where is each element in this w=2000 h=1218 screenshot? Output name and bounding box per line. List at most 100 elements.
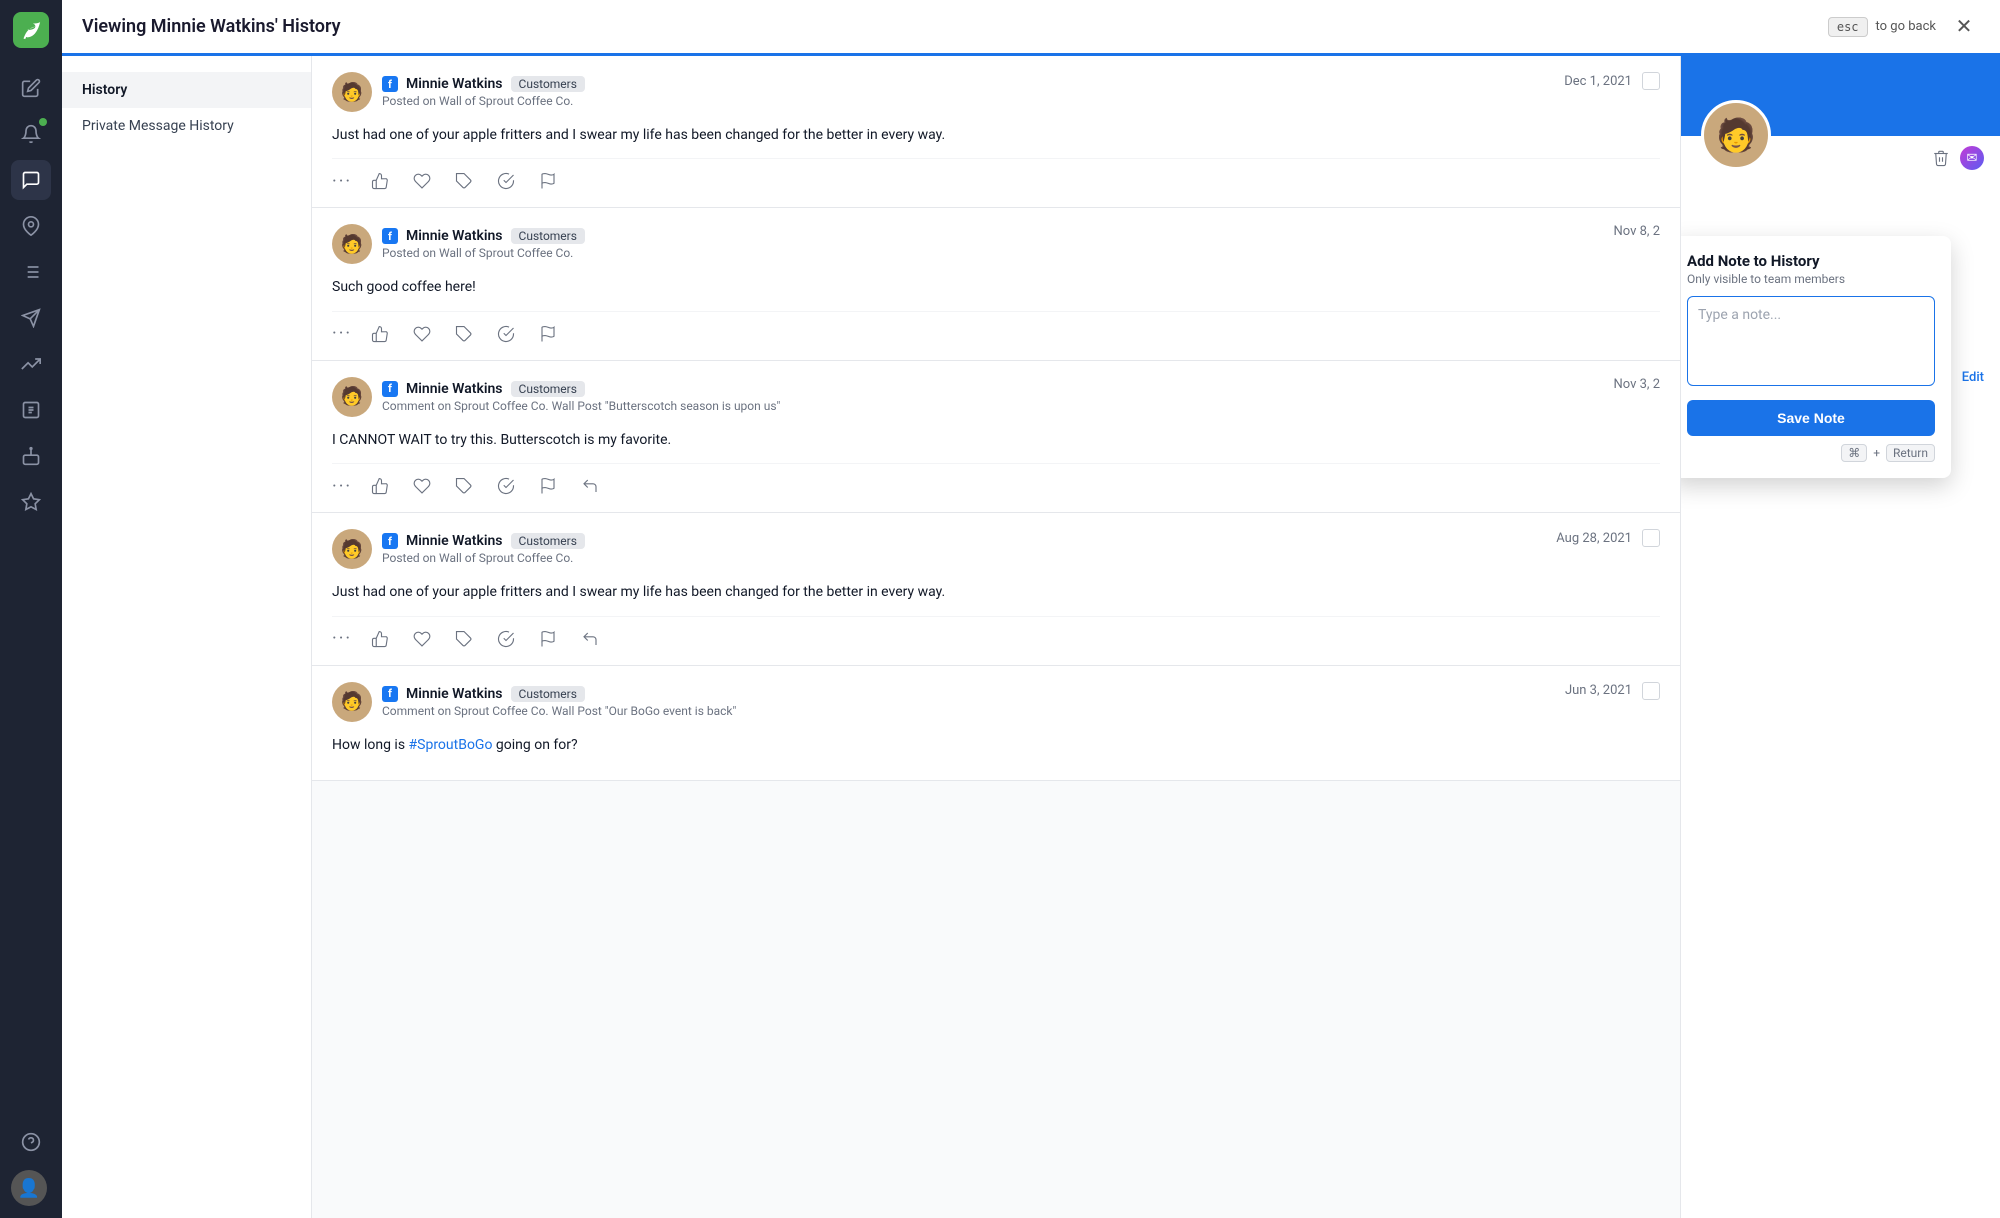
esc-hint: esc to go back [1828,17,1936,37]
messenger-icon: ✉ [1960,146,1984,170]
flag-btn[interactable] [534,320,562,348]
nav-bot-btn[interactable] [11,436,51,476]
page-title: Viewing Minnie Watkins' History [82,16,1828,37]
author-avatar: 🧑 [332,529,372,569]
facebook-icon: f [382,686,398,702]
esc-label: to go back [1876,19,1936,34]
flag-btn[interactable] [534,167,562,195]
resolve-btn[interactable] [492,625,520,653]
nav-help-btn[interactable] [11,1122,51,1162]
esc-key: esc [1828,17,1868,37]
nav-inbox-btn[interactable] [11,160,51,200]
hashtag-link[interactable]: #SproutBoGo [409,737,493,753]
post-actions: ··· [332,616,1660,653]
author-name: Minnie Watkins [406,381,503,397]
add-note-popup: Add Note to History Only visible to team… [1680,236,1951,478]
facebook-icon: f [382,76,398,92]
post-date: Aug 28, 2021 [1556,529,1660,547]
profile-delete-btn[interactable] [1932,149,1950,167]
author-avatar: 🧑 [332,682,372,722]
right-panel: 🧑 ✉ Add Note to History Only visible to … [1680,56,2000,1218]
resolve-btn[interactable] [492,167,520,195]
like-btn[interactable] [366,320,394,348]
love-btn[interactable] [408,320,436,348]
post-meta: Posted on Wall of Sprout Coffee Co. [382,94,585,108]
facebook-icon: f [382,381,398,397]
flag-btn[interactable] [534,625,562,653]
post-actions: ··· [332,463,1660,500]
post-meta: Posted on Wall of Sprout Coffee Co. [382,246,585,260]
close-button[interactable]: ✕ [1948,11,1980,43]
author-name: Minnie Watkins [406,533,503,549]
app-logo [13,12,49,48]
profile-icons: ✉ [1932,146,1984,170]
author-badge: Customers [511,381,585,397]
post-date: Nov 3, 2 [1613,377,1660,392]
post-checkbox[interactable] [1642,72,1660,90]
edit-link[interactable]: Edit [1962,370,1984,385]
note-textarea[interactable] [1687,296,1935,386]
resolve-btn[interactable] [492,320,520,348]
author-name: Minnie Watkins [406,76,503,92]
post-card: 🧑 f Minnie Watkins Customers Posted on W… [312,208,1680,360]
author-badge: Customers [511,533,585,549]
post-content: Just had one of your apple fritters and … [332,124,1660,158]
tag-btn[interactable] [450,167,478,195]
post-content: Such good coffee here! [332,276,1660,310]
user-avatar[interactable]: 👤 [11,1170,47,1206]
post-date: Dec 1, 2021 [1564,72,1660,90]
nav-reports-btn[interactable] [11,390,51,430]
cmd-key: ⌘ [1841,444,1867,462]
notification-badge [39,118,47,126]
post-date: Nov 8, 2 [1613,224,1660,239]
author-avatar: 🧑 [332,224,372,264]
post-content: I CANNOT WAIT to try this. Butterscotch … [332,429,1660,463]
keyboard-hint: ⌘ + Return [1687,444,1935,462]
more-actions-btn[interactable]: ··· [332,323,352,344]
nav-send-btn[interactable] [11,298,51,338]
love-btn[interactable] [408,167,436,195]
nav-analytics-btn[interactable] [11,344,51,384]
nav-pin-btn[interactable] [11,206,51,246]
tag-btn[interactable] [450,625,478,653]
return-key: Return [1886,444,1935,462]
author-avatar: 🧑 [332,377,372,417]
post-meta: Comment on Sprout Coffee Co. Wall Post "… [382,704,736,718]
add-note-title: Add Note to History [1687,252,1935,270]
topbar: Viewing Minnie Watkins' History esc to g… [62,0,2000,56]
like-btn[interactable] [366,625,394,653]
author-badge: Customers [511,76,585,92]
love-btn[interactable] [408,625,436,653]
nav-notifications-btn[interactable] [11,114,51,154]
more-actions-btn[interactable]: ··· [332,171,352,192]
more-actions-btn[interactable]: ··· [332,476,352,497]
post-card: 🧑 f Minnie Watkins Customers Comment on … [312,361,1680,513]
left-panel: History Private Message History [62,56,312,1218]
like-btn[interactable] [366,472,394,500]
love-btn[interactable] [408,472,436,500]
post-meta: Posted on Wall of Sprout Coffee Co. [382,551,585,565]
save-note-button[interactable]: Save Note [1687,400,1935,436]
reply-btn[interactable] [576,625,604,653]
author-badge: Customers [511,228,585,244]
reply-btn[interactable] [576,472,604,500]
tag-btn[interactable] [450,472,478,500]
sidebar-nav: 👤 [0,0,62,1218]
post-checkbox[interactable] [1642,529,1660,547]
nav-compose-btn[interactable] [11,68,51,108]
left-nav-private-message-history[interactable]: Private Message History [62,108,311,144]
tag-btn[interactable] [450,320,478,348]
nav-star-btn[interactable] [11,482,51,522]
author-badge: Customers [511,686,585,702]
nav-tasks-btn[interactable] [11,252,51,292]
resolve-btn[interactable] [492,472,520,500]
left-nav-history[interactable]: History [62,72,311,108]
profile-avatar-large: 🧑 [1701,100,1771,170]
facebook-icon: f [382,533,398,549]
post-card: 🧑 f Minnie Watkins Customers Posted on W… [312,513,1680,665]
post-checkbox[interactable] [1642,682,1660,700]
flag-btn[interactable] [534,472,562,500]
like-btn[interactable] [366,167,394,195]
author-name: Minnie Watkins [406,686,503,702]
more-actions-btn[interactable]: ··· [332,628,352,649]
